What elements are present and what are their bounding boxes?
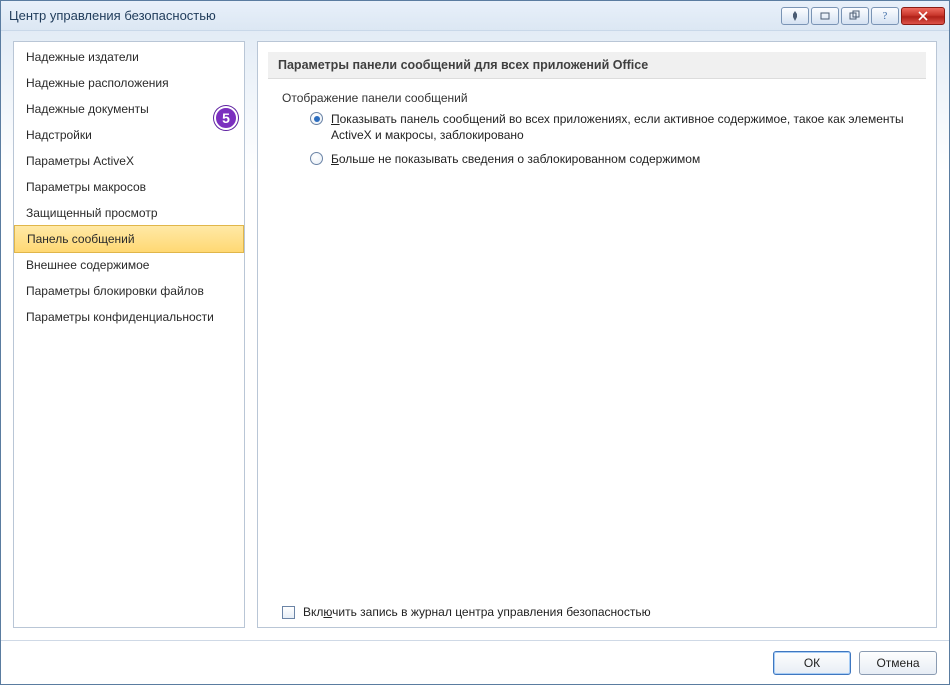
label-text: оказывать панель сообщений во всех прило…	[331, 112, 904, 142]
cancel-button[interactable]: Отмена	[859, 651, 937, 675]
sidebar-item-label: Параметры ActiveX	[26, 154, 134, 168]
sidebar-item-trusted-documents[interactable]: Надежные документы	[14, 96, 244, 122]
sidebar-item-macros[interactable]: Параметры макросов	[14, 174, 244, 200]
radio-never-show[interactable]	[310, 152, 323, 165]
ok-button[interactable]: ОК	[773, 651, 851, 675]
sidebar-item-file-block[interactable]: Параметры блокировки файлов	[14, 278, 244, 304]
minimize-icon	[819, 10, 831, 22]
checkbox-label-enable-logging[interactable]: Включить запись в журнал центра управлен…	[303, 605, 651, 619]
sidebar-item-label: Параметры блокировки файлов	[26, 284, 204, 298]
hotkey: Б	[331, 152, 339, 166]
sidebar-item-label: Панель сообщений	[27, 232, 135, 246]
sidebar-item-activex[interactable]: Параметры ActiveX	[14, 148, 244, 174]
dialog-footer: ОК Отмена	[1, 640, 949, 684]
section-body: Отображение панели сообщений Показывать …	[258, 79, 936, 597]
radio-label-never-show[interactable]: Больше не показывать сведения о заблокир…	[331, 151, 700, 167]
trust-center-dialog: Центр управления безопасностью ? Надежны…	[0, 0, 950, 685]
maximize-icon	[849, 10, 861, 22]
hotkey: ю	[323, 605, 332, 619]
sidebar-item-protected-view[interactable]: Защищенный просмотр	[14, 200, 244, 226]
sidebar-item-label: Надежные издатели	[26, 50, 139, 64]
window-buttons: ?	[779, 7, 945, 25]
pin-button[interactable]	[781, 7, 809, 25]
maximize-button[interactable]	[841, 7, 869, 25]
sidebar-item-privacy[interactable]: Параметры конфиденциальности	[14, 304, 244, 330]
radio-show-message-bar[interactable]	[310, 112, 323, 125]
label-pre: Вкл	[303, 605, 323, 619]
close-icon	[917, 10, 929, 22]
category-sidebar: Надежные издатели Надежные расположения …	[13, 41, 245, 628]
sidebar-item-addins[interactable]: Надстройки	[14, 122, 244, 148]
sidebar-item-label: Внешнее содержимое	[26, 258, 149, 272]
radio-row-never-show: Больше не показывать сведения о заблокир…	[310, 151, 918, 167]
main-panel: Параметры панели сообщений для всех прил…	[257, 41, 937, 628]
window-title: Центр управления безопасностью	[9, 8, 779, 23]
sidebar-item-label: Параметры конфиденциальности	[26, 310, 214, 324]
pin-icon	[789, 10, 801, 22]
minimize-button[interactable]	[811, 7, 839, 25]
hotkey: П	[331, 112, 340, 126]
section-title: Параметры панели сообщений для всех прил…	[268, 52, 926, 79]
dialog-body: Надежные издатели Надежные расположения …	[1, 31, 949, 640]
radio-row-show-message-bar: Показывать панель сообщений во всех прил…	[310, 111, 918, 143]
sidebar-item-external-content[interactable]: Внешнее содержимое	[14, 252, 244, 278]
sidebar-item-label: Надстройки	[26, 128, 92, 142]
group-label-message-bar-display: Отображение панели сообщений	[282, 91, 918, 105]
sidebar-item-message-bar[interactable]: Панель сообщений	[14, 225, 244, 253]
label-text: ольше не показывать сведения о заблокиро…	[339, 152, 700, 166]
sidebar-item-trusted-publishers[interactable]: Надежные издатели	[14, 44, 244, 70]
svg-text:?: ?	[883, 11, 888, 22]
radio-label-show-message-bar[interactable]: Показывать панель сообщений во всех прил…	[331, 111, 918, 143]
label-post: чить запись в журнал центра управления б…	[332, 605, 650, 619]
help-button[interactable]: ?	[871, 7, 899, 25]
checkbox-row-enable-logging: Включить запись в журнал центра управлен…	[258, 597, 936, 627]
sidebar-item-label: Защищенный просмотр	[26, 206, 158, 220]
sidebar-item-label: Надежные документы	[26, 102, 149, 116]
close-button[interactable]	[901, 7, 945, 25]
checkbox-enable-logging[interactable]	[282, 606, 295, 619]
titlebar: Центр управления безопасностью ?	[1, 1, 949, 31]
sidebar-item-label: Параметры макросов	[26, 180, 146, 194]
sidebar-item-trusted-locations[interactable]: Надежные расположения	[14, 70, 244, 96]
sidebar-item-label: Надежные расположения	[26, 76, 169, 90]
help-icon: ?	[879, 10, 891, 22]
